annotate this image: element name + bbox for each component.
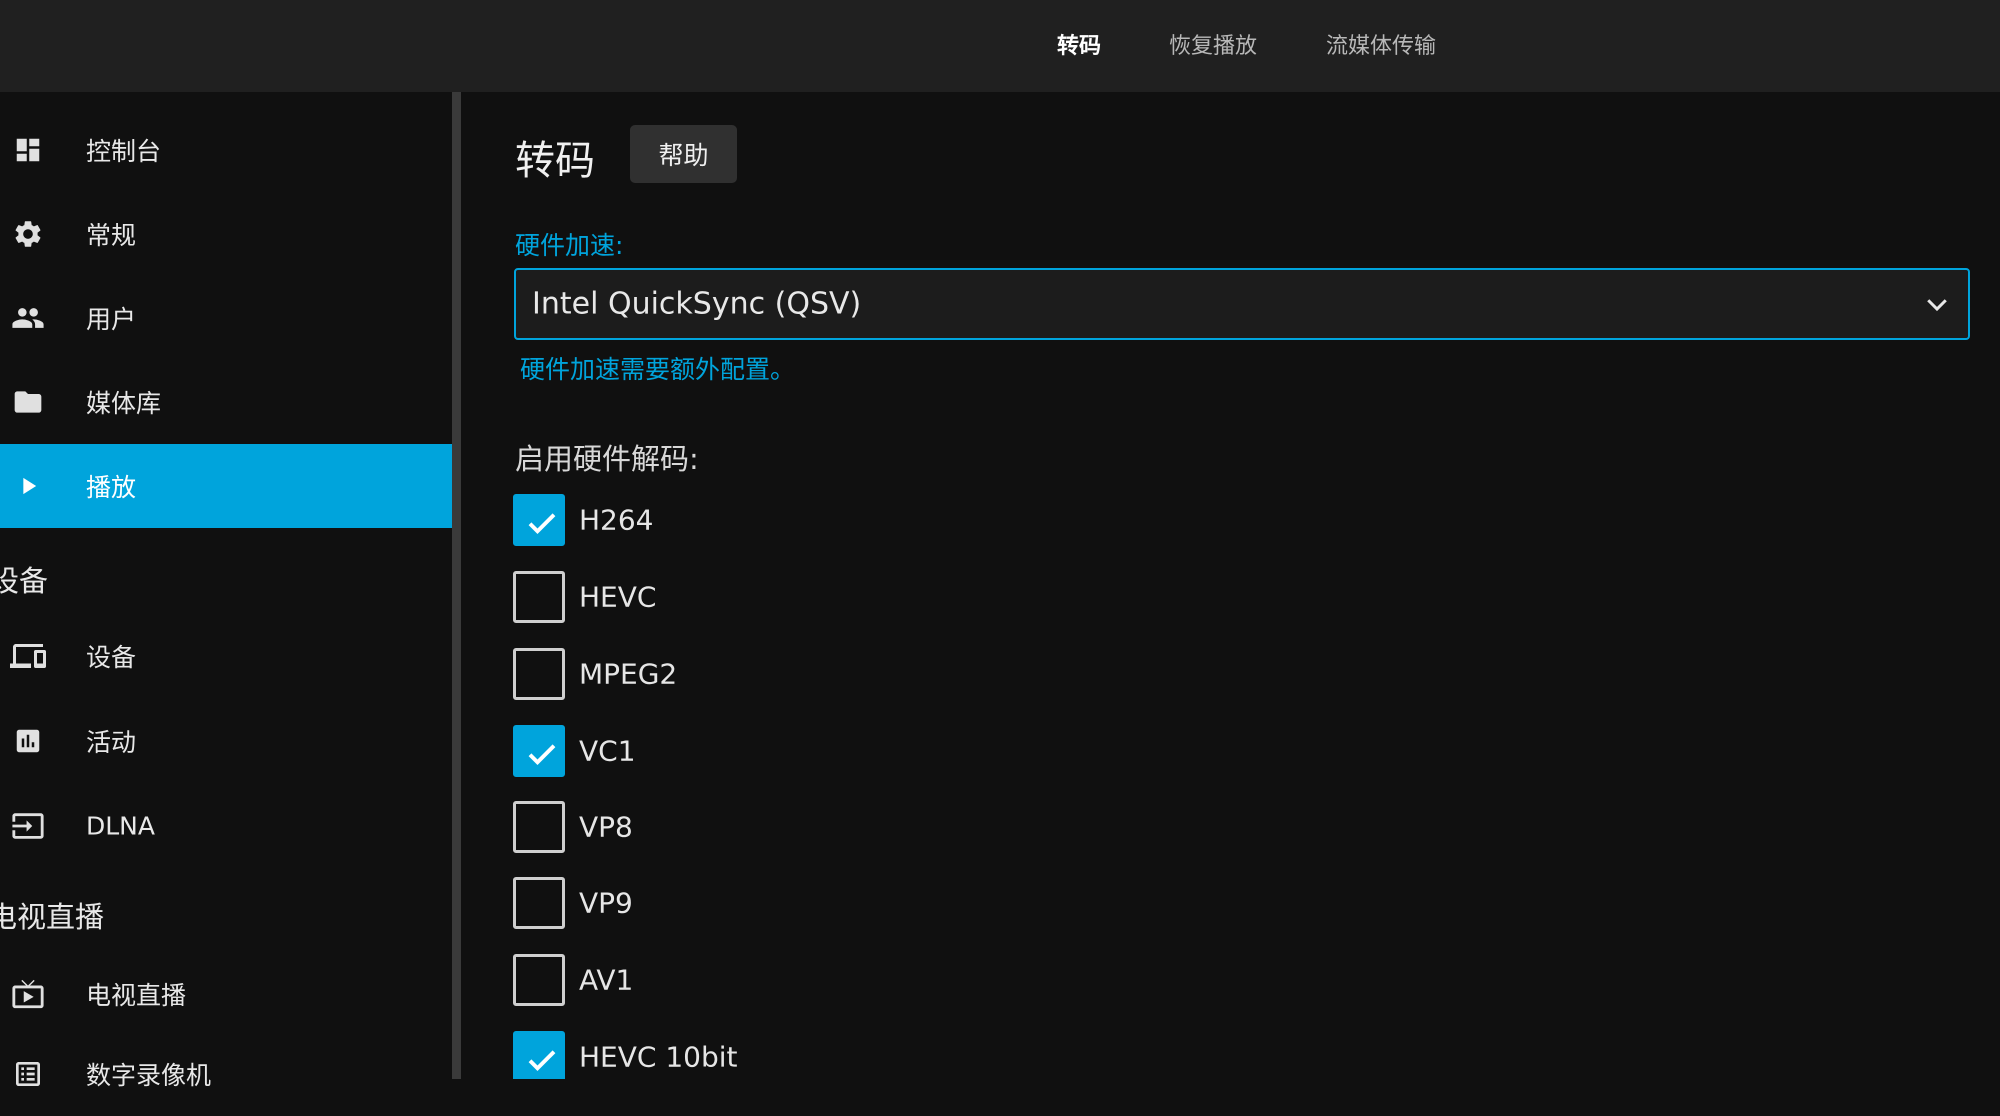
hw-accel-label: 硬件加速: — [515, 231, 624, 260]
checkbox[interactable] — [513, 1031, 565, 1079]
sidebar-item-users[interactable]: 用户 — [0, 276, 452, 360]
sidebar-item-label: 电视直播 — [86, 981, 187, 1010]
sidebar-item-activity[interactable]: 活动 — [0, 699, 452, 783]
section-header-devices: 设备 — [0, 564, 49, 598]
checkbox[interactable] — [513, 571, 565, 623]
sidebar-item-label: 数字录像机 — [86, 1061, 212, 1090]
help-button[interactable]: 帮助 — [630, 125, 737, 183]
checkbox-label: AV1 — [579, 963, 634, 997]
sidebar-item-dvr[interactable]: 数字录像机 — [0, 1032, 452, 1116]
sidebar-item-dlna[interactable]: DLNA — [0, 784, 452, 868]
sidebar-item-label: 播放 — [86, 473, 137, 502]
sidebar-item-label: 控制台 — [86, 137, 162, 166]
checkbox-label: MPEG2 — [579, 657, 678, 691]
checkbox[interactable] — [513, 801, 565, 853]
hw-accel-help-link[interactable]: 硬件加速需要额外配置。 — [520, 350, 795, 386]
folder-icon — [10, 384, 46, 420]
tab-transcoding[interactable]: 转码 — [1057, 28, 1101, 60]
hw-accel-value: Intel QuickSync (QSV) — [532, 286, 862, 322]
hw-accel-select[interactable]: Intel QuickSync (QSV) — [514, 268, 1970, 340]
sidebar-item-dashboard[interactable]: 控制台 — [0, 108, 452, 192]
checkbox-label: VP9 — [579, 886, 633, 920]
checkbox-label: HEVC — [579, 580, 657, 614]
codec-checkbox-vp8[interactable]: VP8 — [513, 801, 1013, 853]
codec-checkbox-h264[interactable]: H264 — [513, 494, 1013, 546]
sidebar-scrollbar[interactable] — [452, 92, 461, 1079]
sidebar-item-livetv[interactable]: 电视直播 — [0, 952, 452, 1036]
activity-chart-icon — [10, 723, 46, 759]
codec-checkbox-hevc-10bit[interactable]: HEVC 10bit — [513, 1031, 1013, 1079]
sidebar-item-general[interactable]: 常规 — [0, 192, 452, 276]
checkbox[interactable] — [513, 954, 565, 1006]
sidebar-item-libraries[interactable]: 媒体库 — [0, 360, 452, 444]
page-title: 转码 — [515, 138, 595, 184]
checkbox[interactable] — [513, 725, 565, 777]
sidebar-item-label: 常规 — [86, 221, 137, 250]
decode-heading: 启用硬件解码: — [515, 442, 699, 476]
checkbox[interactable] — [513, 494, 565, 546]
tv-icon — [10, 976, 46, 1012]
dashboard-icon — [10, 132, 46, 168]
sidebar-item-label: 媒体库 — [86, 389, 162, 418]
checkbox-label: H264 — [579, 503, 654, 537]
sidebar-item-devices[interactable]: 设备 — [0, 614, 452, 698]
input-icon — [10, 808, 46, 844]
users-icon — [10, 300, 46, 336]
tab-streaming[interactable]: 流媒体传输 — [1326, 28, 1436, 60]
tab-resume[interactable]: 恢复播放 — [1169, 28, 1257, 60]
sidebar-item-label: 用户 — [86, 305, 137, 334]
codec-checkbox-mpeg2[interactable]: MPEG2 — [513, 648, 1013, 700]
list-icon — [10, 1056, 46, 1092]
sidebar-item-label: DLNA — [86, 811, 155, 841]
gear-icon — [10, 216, 46, 252]
checkbox[interactable] — [513, 877, 565, 929]
sidebar: 控制台 常规 用户 媒体库 播放 设备 设备 活动 DLNA 电视直播 电视直播… — [0, 92, 452, 1090]
checkbox-label: VC1 — [579, 734, 636, 768]
play-icon — [10, 468, 46, 504]
sidebar-item-label: 活动 — [86, 728, 137, 757]
top-bar: 转码 恢复播放 流媒体传输 — [0, 0, 2000, 92]
checkbox-label: VP8 — [579, 810, 633, 844]
checkbox-label: HEVC 10bit — [579, 1040, 738, 1074]
codec-checkbox-hevc[interactable]: HEVC — [513, 571, 1013, 623]
codec-checkbox-vp9[interactable]: VP9 — [513, 877, 1013, 929]
chevron-down-icon — [1922, 289, 1952, 319]
sidebar-item-playback[interactable]: 播放 — [0, 444, 452, 528]
sidebar-item-label: 设备 — [86, 643, 137, 672]
codec-checkbox-av1[interactable]: AV1 — [513, 954, 1013, 1006]
section-header-livetv: 电视直播 — [0, 900, 105, 934]
checkbox[interactable] — [513, 648, 565, 700]
devices-icon — [10, 638, 46, 674]
codec-checkbox-vc1[interactable]: VC1 — [513, 725, 1013, 777]
